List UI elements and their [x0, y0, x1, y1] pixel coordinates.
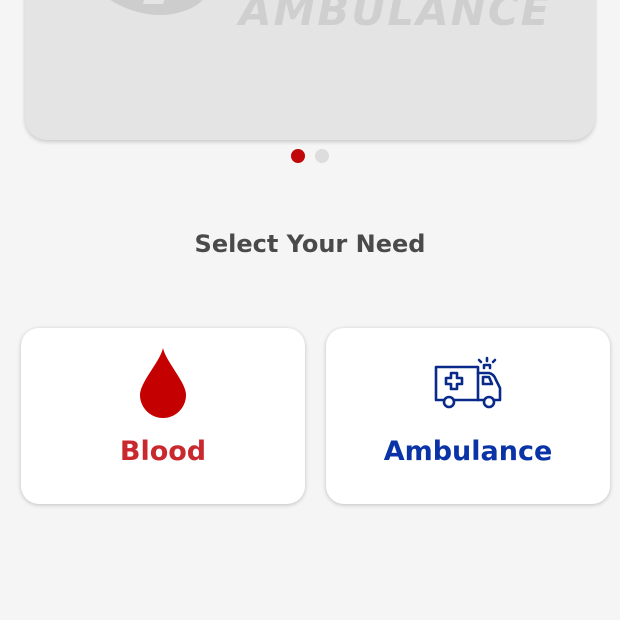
blood-drop-icon — [21, 348, 305, 418]
blood-option-label: Blood — [119, 436, 207, 467]
banner-title: AMBULANCE — [239, 0, 552, 35]
page-title: Select Your Need — [194, 230, 426, 258]
blood-option-card[interactable]: Blood — [21, 328, 305, 504]
carousel-dot-1[interactable] — [291, 149, 305, 163]
ambulance-icon — [326, 356, 610, 410]
carousel-banner[interactable]: AMBULANCE — [25, 0, 595, 140]
logo-icon — [110, 0, 203, 15]
ambulance-option-card[interactable]: Ambulance — [326, 328, 610, 504]
carousel-indicators — [0, 149, 620, 163]
app-screen: AMBULANCE Select Your Need Blood Ambulan… — [0, 0, 620, 620]
ambulance-option-label: Ambulance — [383, 436, 553, 467]
carousel-dot-2[interactable] — [315, 149, 329, 163]
